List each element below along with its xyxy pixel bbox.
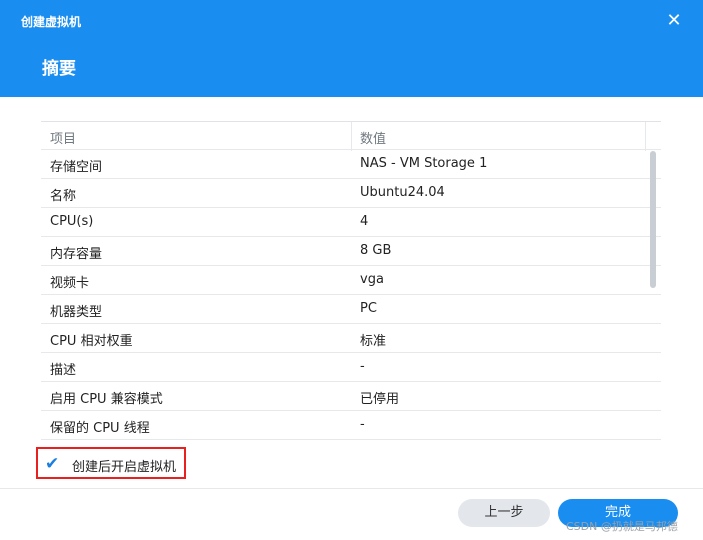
page-title: 摘要 [42, 59, 76, 79]
start-after-create-checkbox[interactable]: ✔ [45, 456, 63, 473]
row-value: vga [360, 272, 384, 287]
start-after-create-label[interactable]: 创建后开启虚拟机 [72, 456, 176, 475]
row-value: 标准 [360, 334, 387, 349]
row-value: - [360, 417, 365, 432]
dialog-header: 创建虚拟机 ✕ 摘要 [0, 0, 703, 97]
row-value: 已停用 [360, 392, 400, 407]
footer-divider [0, 488, 703, 489]
table-row: 视频卡 vga [41, 266, 661, 295]
close-icon[interactable]: ✕ [664, 10, 684, 32]
table-row: 启用 CPU 兼容模式 已停用 [41, 382, 661, 411]
row-item: 机器类型 [50, 305, 103, 320]
create-vm-dialog: 创建虚拟机 ✕ 摘要 项目 数值 存储空间 NAS - VM Storage 1… [0, 0, 703, 540]
window-title: 创建虚拟机 [21, 15, 82, 29]
table-row: CPU(s) 4 [41, 208, 661, 237]
row-item: CPU 相对权重 [50, 334, 133, 349]
row-value: Ubuntu24.04 [360, 185, 445, 200]
row-item: 内存容量 [50, 247, 103, 262]
row-value: 8 GB [360, 243, 392, 258]
row-item: 存储空间 [50, 160, 103, 175]
column-divider [645, 122, 646, 151]
table-row: 描述 - [41, 353, 661, 382]
column-header-value: 数值 [360, 132, 387, 147]
table-row: 存储空间 NAS - VM Storage 1 [41, 150, 661, 179]
back-button[interactable]: 上一步 [458, 499, 550, 527]
table-row: 名称 Ubuntu24.04 [41, 179, 661, 208]
row-item: CPU(s) [50, 214, 94, 229]
table-header-row: 项目 数值 [41, 121, 661, 151]
watermark: CSDN @扔就是马邦德 [566, 520, 678, 533]
row-value: PC [360, 301, 377, 316]
row-item: 启用 CPU 兼容模式 [50, 392, 163, 407]
table-scrollbar[interactable] [650, 151, 656, 288]
row-item: 保留的 CPU 线程 [50, 421, 150, 436]
row-value: NAS - VM Storage 1 [360, 156, 488, 171]
column-divider [351, 122, 352, 151]
row-item: 名称 [50, 189, 77, 204]
row-value: 4 [360, 214, 369, 229]
row-item: 视频卡 [50, 276, 90, 291]
table-row: 保留的 CPU 线程 - [41, 411, 661, 440]
row-item: 描述 [50, 363, 77, 378]
table-row: CPU 相对权重 标准 [41, 324, 661, 353]
table-row: 内存容量 8 GB [41, 237, 661, 266]
summary-table: 项目 数值 存储空间 NAS - VM Storage 1 名称 Ubuntu2… [41, 121, 661, 441]
table-row: 机器类型 PC [41, 295, 661, 324]
row-value: - [360, 359, 365, 374]
column-header-item: 项目 [50, 132, 77, 147]
